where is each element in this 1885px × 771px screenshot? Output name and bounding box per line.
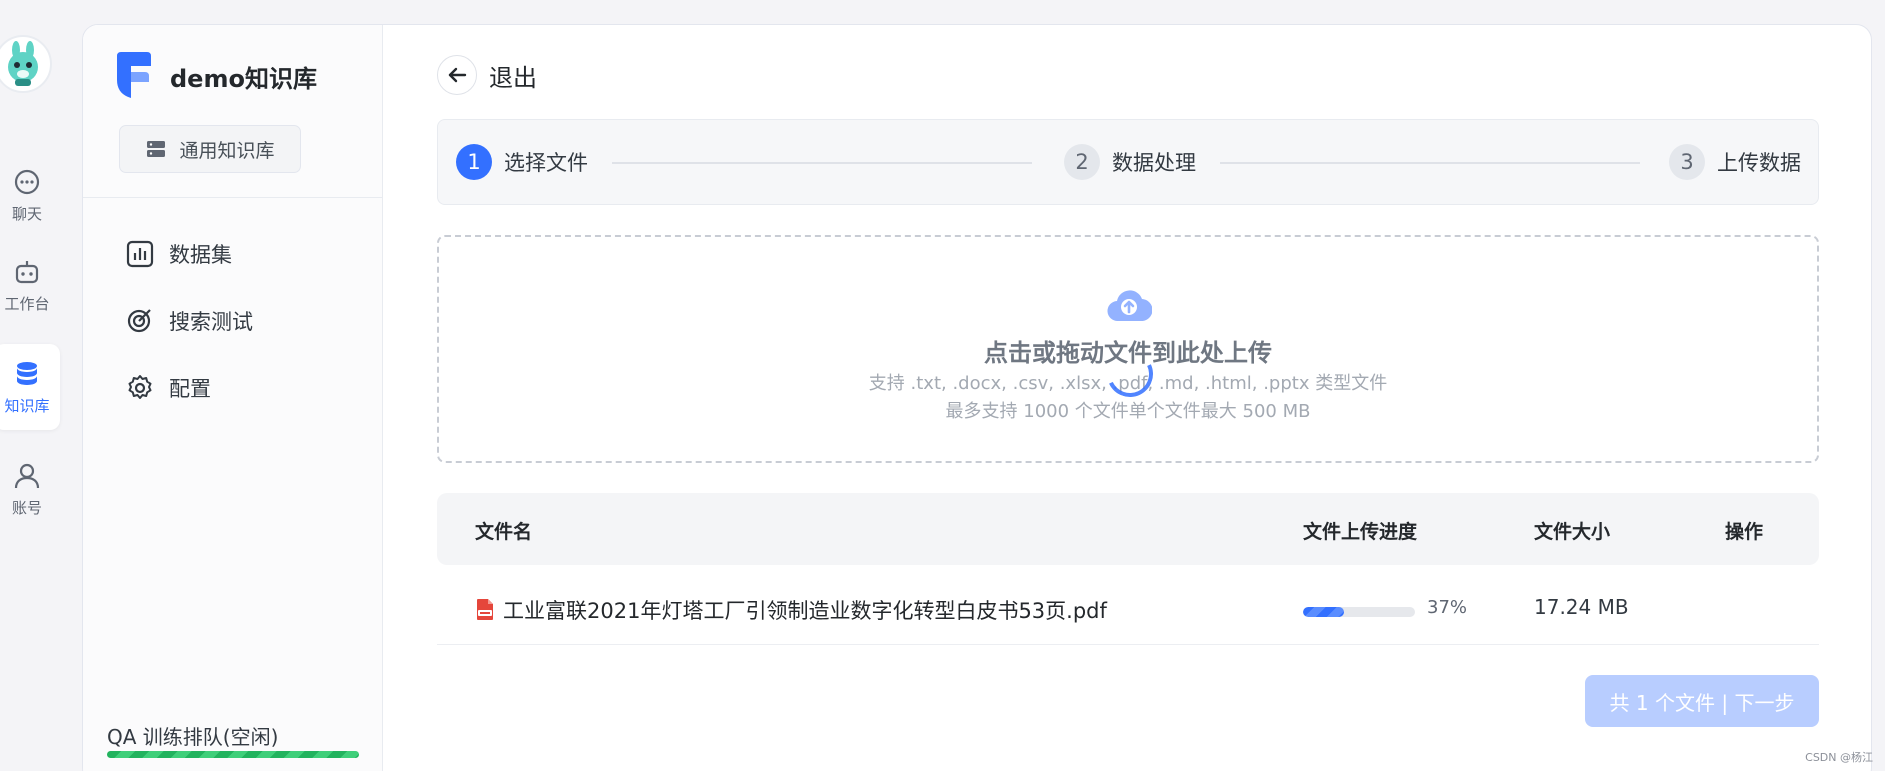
nav-config[interactable]: 配置 [125,368,345,408]
rail-label-knowledge: 知识库 [4,396,50,415]
rail-item-workbench[interactable]: 工作台 [0,242,60,328]
dropzone-limit: 最多支持 1000 个文件单个文件最大 500 MB [945,401,1311,422]
step-3-label: 上传数据 [1717,151,1801,175]
kb-type-label: 通用知识库 [179,139,275,162]
table-row: 工业富联2021年灯塔工厂引领制造业数字化转型白皮书53页.pdf 37% 17… [437,573,1819,645]
app-rail: 聊天 工作台 知识库 账号 [0,0,70,771]
step-connector-1 [612,162,1032,164]
robot-icon [15,260,39,283]
kb-logo-icon [117,52,151,98]
kb-header: demo知识库 [113,50,317,102]
pdf-file-icon [477,599,493,620]
chart-icon [126,240,154,268]
rail-item-knowledge[interactable]: 知识库 [0,344,60,430]
upload-dropzone[interactable]: 点击或拖动文件到此处上传 支持 .txt, .docx, .csv, .xlsx… [437,235,1819,463]
nav-dataset[interactable]: 数据集 [125,234,345,274]
database-icon [17,361,37,385]
nav-dataset-label: 数据集 [169,243,232,267]
user-avatar[interactable] [0,35,52,93]
step-connector-2 [1220,162,1640,164]
rail-label-workbench: 工作台 [4,294,50,313]
kb-name: demo知识库 [170,64,317,93]
header-action: 操作 [1725,521,1764,543]
back-circle[interactable] [437,55,477,95]
chat-icon [14,169,40,194]
file-name-cell: 工业富联2021年灯塔工厂引领制造业数字化转型白皮书53页.pdf [475,595,1107,625]
kb-sidebar: demo知识库 通用知识库 数据集 搜索测试 配置 QA 训练排队(空闲) [83,25,383,771]
cloud-upload-icon [1107,290,1152,322]
rail-label-account: 账号 [11,498,42,517]
user-icon [14,463,40,488]
back-label: 退出 [489,63,537,92]
main-card: demo知识库 通用知识库 数据集 搜索测试 配置 QA 训练排队(空闲) 退出… [82,24,1872,771]
stepper: 1 选择文件 2 数据处理 3 上传数据 [437,119,1819,205]
nav-search-test[interactable]: 搜索测试 [125,301,345,341]
step-3: 3 上传数据 [1669,144,1801,180]
header-size: 文件大小 [1534,521,1611,543]
qa-status-label: QA 训练排队(空闲) [107,725,279,749]
step-1-label: 选择文件 [504,151,588,175]
upload-progress-fill [1303,607,1345,617]
upload-progress-bar [1303,607,1415,617]
nav-config-label: 配置 [169,377,211,401]
file-size: 17.24 MB [1534,595,1629,619]
kb-type-badge[interactable]: 通用知识库 [119,125,301,173]
rail-item-account[interactable]: 账号 [0,446,60,532]
server-icon [147,141,166,157]
step-2-label: 数据处理 [1112,151,1196,175]
step-3-number: 3 [1669,144,1705,180]
step-1-number: 1 [456,144,492,180]
qa-status-bar [107,751,359,758]
file-name: 工业富联2021年灯塔工厂引领制造业数字化转型白皮书53页.pdf [503,599,1107,623]
rail-label-chat: 聊天 [11,204,42,223]
upload-progress-text: 37% [1427,597,1468,618]
watermark: CSDN @杨江 [1805,751,1873,764]
header-progress: 文件上传进度 [1303,521,1418,543]
back-button[interactable]: 退出 [437,55,537,95]
arrow-left-icon [448,67,467,83]
upload-content: 退出 1 选择文件 2 数据处理 3 上传数据 点击或拖动文件到此处上传 支持 … [383,25,1871,771]
rail-item-chat[interactable]: 聊天 [0,152,60,238]
search-test-icon [127,309,151,333]
step-1: 1 选择文件 [456,144,588,180]
nav-search-test-label: 搜索测试 [169,310,253,334]
file-table-header: 文件名 文件上传进度 文件大小 操作 [437,493,1819,565]
next-step-button[interactable]: 共 1 个文件 | 下一步 [1585,675,1819,727]
step-2: 2 数据处理 [1064,144,1196,180]
step-2-number: 2 [1064,144,1100,180]
kb-divider [83,197,383,198]
gear-icon [128,375,152,399]
rabbit-avatar-icon [8,41,38,86]
header-filename: 文件名 [475,521,533,543]
